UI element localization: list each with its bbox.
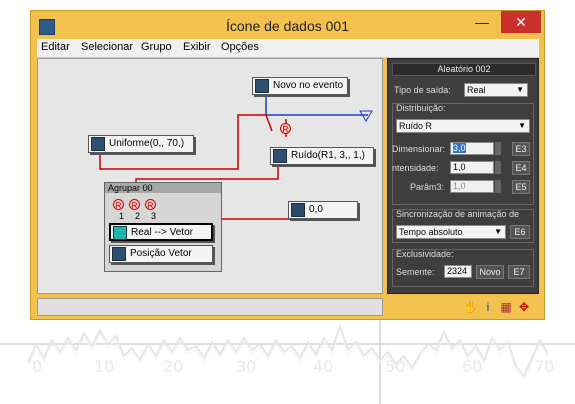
distribution-label: Distribuição: bbox=[396, 103, 446, 113]
node-label: Posição Vetor bbox=[130, 248, 192, 259]
chevron-down-icon: ▼ bbox=[518, 121, 526, 130]
output-type-value: Real bbox=[467, 85, 486, 95]
group-title: Agrupar 00 bbox=[105, 183, 221, 193]
port-number: 2 bbox=[135, 211, 141, 221]
e3-button[interactable]: E3 bbox=[512, 142, 530, 156]
node-novo-no-evento[interactable]: Novo no evento bbox=[252, 77, 348, 95]
properties-panel: Aleatório 002 Tipo de saída: Real ▼ Dist… bbox=[387, 58, 539, 294]
menu-grupo[interactable]: Grupo bbox=[141, 41, 172, 53]
node-zero[interactable]: 0,0 bbox=[288, 201, 358, 219]
output-type-select[interactable]: Real ▼ bbox=[464, 83, 528, 97]
r-connector[interactable]: R bbox=[113, 199, 124, 210]
status-bar bbox=[37, 298, 383, 316]
e4-button[interactable]: E4 bbox=[512, 161, 530, 175]
param3-label: Parâm3: bbox=[410, 182, 445, 192]
intensity-label: ntensidade: bbox=[392, 163, 439, 173]
axis-tick-label: 10 bbox=[94, 357, 115, 376]
exclusivity-label: Exclusividade: bbox=[396, 249, 454, 259]
dice-icon bbox=[91, 137, 105, 151]
spinner-arrows-icon[interactable] bbox=[495, 142, 501, 155]
seed-label: Semente: bbox=[396, 267, 435, 277]
dimensions-label: Dimensionar: bbox=[392, 144, 446, 154]
menu-bar: Editar Selecionar Grupo Exibir Opções bbox=[37, 39, 539, 58]
node-label: Novo no evento bbox=[273, 80, 344, 91]
minimize-button[interactable]: — bbox=[467, 11, 497, 33]
axis-tick-label: 20 bbox=[163, 357, 184, 376]
sync-value: Tempo absoluto bbox=[399, 227, 463, 237]
event-icon bbox=[255, 79, 269, 93]
node-label: Uniforme(0,, 70,) bbox=[109, 138, 185, 149]
node-uniforme[interactable]: Uniforme(0,, 70,) bbox=[88, 135, 194, 153]
node-ruido[interactable]: Ruído(R1, 3,, 1,) bbox=[270, 147, 374, 165]
hand-icon[interactable]: ✋ bbox=[463, 300, 478, 314]
axis-tick-label: 40 bbox=[313, 357, 334, 376]
close-button[interactable]: ✕ bbox=[501, 11, 541, 33]
node-posicao-vetor[interactable]: Posição Vetor bbox=[109, 245, 213, 263]
menu-editar[interactable]: Editar bbox=[41, 41, 70, 53]
dice-icon bbox=[273, 149, 287, 163]
info-icon[interactable]: i bbox=[481, 300, 495, 314]
axis-tick-label: 50 bbox=[385, 357, 406, 376]
dimensions-spinner[interactable]: 3,0 bbox=[450, 142, 494, 155]
seed-value: 2324 bbox=[447, 266, 468, 276]
r-connector[interactable]: R bbox=[129, 199, 140, 210]
film-icon[interactable]: ▦ bbox=[499, 300, 513, 314]
panel-title: Aleatório 002 bbox=[392, 63, 536, 76]
node-graph-canvas[interactable]: Novo no evento R Uniforme(0,, 70,) Ruído… bbox=[37, 58, 383, 294]
new-seed-button[interactable]: Novo bbox=[476, 265, 504, 279]
move-icon[interactable]: ✥ bbox=[517, 300, 531, 314]
e6-button[interactable]: E6 bbox=[510, 225, 530, 239]
axis-tick-label: 60 bbox=[462, 357, 483, 376]
intensity-spinner[interactable]: 1,0 bbox=[450, 161, 494, 174]
param3-value: 1,0 bbox=[453, 181, 466, 191]
axis-tick-label: 70 bbox=[534, 357, 555, 376]
chevron-down-icon: ▼ bbox=[516, 85, 524, 94]
port-number: 1 bbox=[119, 211, 125, 221]
axis-tick-label: 30 bbox=[236, 357, 257, 376]
node-real-vetor[interactable]: Real --> Vetor bbox=[109, 223, 213, 241]
menu-exibir[interactable]: Exibir bbox=[183, 41, 211, 53]
e5-button[interactable]: E5 bbox=[512, 180, 530, 194]
dimensions-value: 3,0 bbox=[453, 143, 466, 153]
param3-spinner[interactable]: 1,0 bbox=[450, 180, 494, 193]
data-icon-window: Ícone de dados 001 — ✕ Editar Selecionar… bbox=[30, 10, 545, 320]
group-agrupar[interactable]: Agrupar 00 R R R 1 2 3 Real --> Vetor Po… bbox=[104, 182, 222, 272]
title-bar[interactable]: Ícone de dados 001 — ✕ bbox=[31, 11, 544, 41]
node-label: Real --> Vetor bbox=[131, 227, 193, 238]
port-number: 3 bbox=[151, 211, 157, 221]
node-label: Ruído(R1, 3,, 1,) bbox=[291, 150, 365, 161]
position-icon bbox=[112, 247, 126, 261]
hash-icon bbox=[291, 203, 305, 217]
sync-select[interactable]: Tempo absoluto ▼ bbox=[396, 225, 506, 239]
spinner-arrows-icon[interactable] bbox=[495, 180, 501, 193]
axis-tick-label: 0 bbox=[32, 357, 43, 376]
r-connector[interactable]: R bbox=[280, 123, 291, 134]
menu-opcoes[interactable]: Opções bbox=[221, 41, 259, 53]
menu-selecionar[interactable]: Selecionar bbox=[81, 41, 133, 53]
status-icons: ✋ i ▦ ✥ bbox=[463, 300, 539, 316]
chevron-down-icon: ▼ bbox=[494, 227, 502, 236]
output-type-label: Tipo de saída: bbox=[394, 85, 451, 95]
intensity-value: 1,0 bbox=[453, 162, 466, 172]
distribution-select[interactable]: Ruído R ▼ bbox=[396, 119, 530, 133]
e7-button[interactable]: E7 bbox=[508, 265, 530, 279]
node-label: 0,0 bbox=[309, 204, 323, 215]
spinner-arrows-icon[interactable] bbox=[495, 161, 501, 174]
sync-label: Sincronização de animação de bbox=[396, 209, 520, 219]
distribution-value: Ruído R bbox=[399, 121, 433, 131]
r-connector[interactable]: R bbox=[145, 199, 156, 210]
convert-icon bbox=[113, 226, 127, 240]
seed-field[interactable]: 2324 bbox=[444, 265, 472, 278]
